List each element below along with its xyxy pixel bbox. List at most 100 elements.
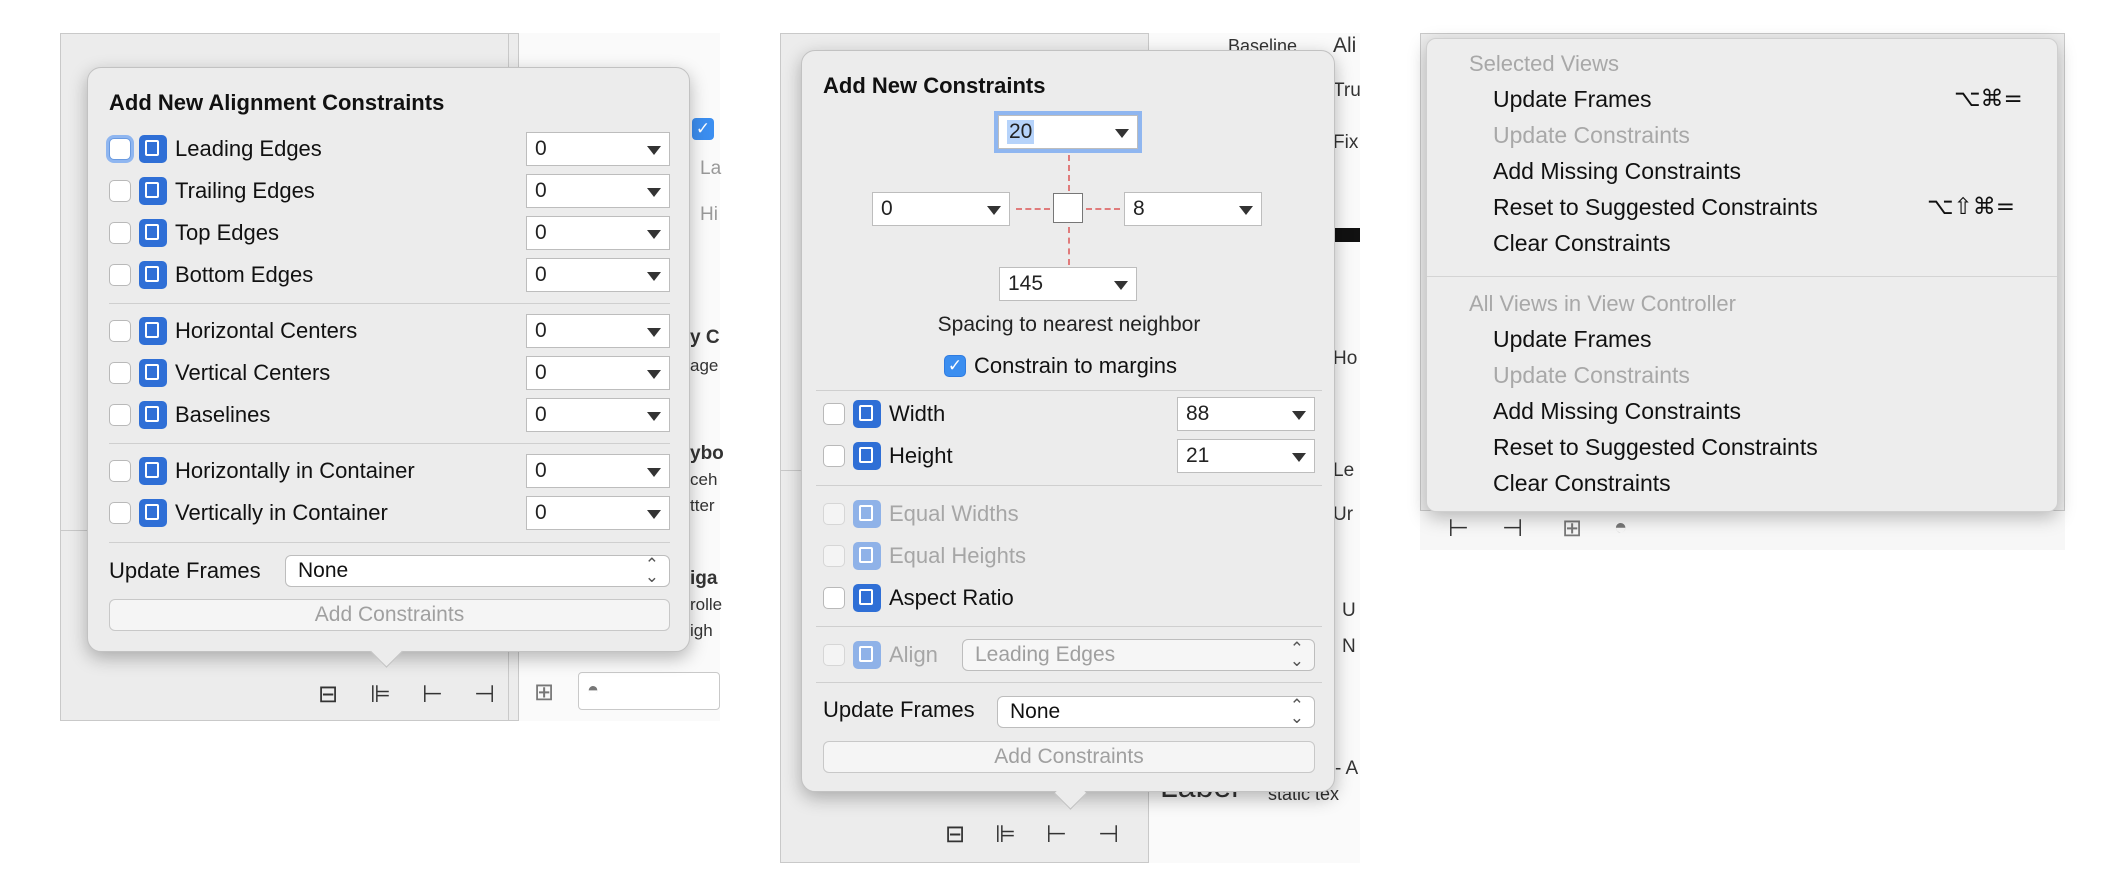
menu-item-reset-to-suggested[interactable]: Reset to Suggested Constraints: [1493, 194, 1818, 221]
resolve-issues-icon[interactable]: ⊣: [1098, 820, 1119, 848]
chevron-down-icon[interactable]: [1292, 453, 1306, 462]
constraint-row: Horizontally in Container: [109, 454, 415, 488]
bottom-spacing-field[interactable]: 145: [999, 267, 1137, 301]
chevron-down-icon[interactable]: [647, 468, 661, 477]
vertically-in-container-value[interactable]: 0: [526, 496, 670, 530]
align-row: Align: [823, 638, 938, 672]
constraint-row: Trailing Edges: [109, 174, 315, 208]
chevron-down-icon[interactable]: [647, 510, 661, 519]
vertical-centers-checkbox[interactable]: [109, 362, 131, 384]
grid-icon[interactable]: ⊞: [534, 678, 554, 706]
menu-item-update-frames[interactable]: Update Frames: [1493, 86, 1652, 113]
filter-field[interactable]: ◓: [578, 672, 720, 710]
bg-text: iga: [690, 568, 718, 589]
pin-icon[interactable]: ⊢: [1046, 820, 1067, 848]
align-popup[interactable]: Leading Edges ⌃ ⌄: [962, 639, 1315, 671]
chevron-down-icon[interactable]: [1115, 129, 1129, 138]
pin-icon[interactable]: ⊢: [1448, 514, 1469, 542]
combo-value: 0: [535, 403, 547, 426]
update-frames-popup[interactable]: None ⌃ ⌄: [285, 555, 670, 587]
align-icon[interactable]: ⊫: [370, 680, 391, 708]
grid-icon[interactable]: ⊞: [1562, 514, 1582, 542]
resolve-issues-icon[interactable]: ⊣: [1502, 514, 1523, 542]
menu-item-reset-to-suggested[interactable]: Reset to Suggested Constraints: [1493, 434, 1818, 461]
height-icon: [853, 442, 881, 470]
menu-item-update-frames[interactable]: Update Frames: [1493, 326, 1652, 353]
aspect-ratio-checkbox[interactable]: [823, 587, 845, 609]
trailing-edges-value[interactable]: 0: [526, 174, 670, 208]
equal-widths-checkbox[interactable]: [823, 503, 845, 525]
menu-item-clear-constraints[interactable]: Clear Constraints: [1493, 470, 1671, 497]
chevron-down-icon[interactable]: [647, 146, 661, 155]
menu-item-clear-constraints[interactable]: Clear Constraints: [1493, 230, 1671, 257]
top-edges-value[interactable]: 0: [526, 216, 670, 250]
menu-item-add-missing-constraints[interactable]: Add Missing Constraints: [1493, 158, 1741, 185]
align-icon: [853, 641, 881, 669]
width-checkbox[interactable]: [823, 403, 845, 425]
combo-value: 0: [535, 319, 547, 342]
chevron-down-icon[interactable]: [987, 206, 1001, 215]
chevron-down-icon[interactable]: [647, 412, 661, 421]
width-field[interactable]: 88: [1177, 397, 1315, 431]
bg-text: tter: [690, 496, 715, 515]
chevron-down-icon[interactable]: [1239, 206, 1253, 215]
leading-edges-checkbox[interactable]: [109, 138, 131, 160]
embed-stack-icon[interactable]: ⊟: [945, 820, 965, 848]
baselines-checkbox[interactable]: [109, 404, 131, 426]
chevron-down-icon[interactable]: [647, 188, 661, 197]
horizontally-in-container-value[interactable]: 0: [526, 454, 670, 488]
bottom-edges-value[interactable]: 0: [526, 258, 670, 292]
menu-section-header: Selected Views: [1469, 51, 1620, 76]
constraint-row: Vertically in Container: [109, 496, 388, 530]
bg-text: Ho: [1333, 348, 1358, 369]
chevron-down-icon[interactable]: [647, 370, 661, 379]
chevron-down-icon[interactable]: [1114, 281, 1128, 290]
filter-icon[interactable]: ◓: [1614, 514, 1627, 540]
left-strut: [1016, 208, 1050, 210]
right-spacing-field[interactable]: 8: [1124, 192, 1262, 226]
top-edges-checkbox[interactable]: [109, 222, 131, 244]
menu-shortcut: ⌥⌘=: [1954, 86, 2023, 112]
bottom-strut: [1068, 227, 1070, 265]
horizontal-centers-value[interactable]: 0: [526, 314, 670, 348]
menu-section-header: All Views in View Controller: [1469, 291, 1736, 316]
embed-stack-icon[interactable]: ⊟: [318, 680, 338, 708]
inspector-checkbox[interactable]: ✓: [692, 118, 714, 140]
menu-separator: [1427, 276, 2057, 277]
chevron-down-icon[interactable]: [1292, 411, 1306, 420]
bg-text: ybo: [690, 443, 724, 464]
chevron-down-icon[interactable]: [647, 272, 661, 281]
bg-text: N: [1342, 636, 1356, 657]
top-strut: [1068, 155, 1070, 191]
left-spacing-field[interactable]: 0: [872, 192, 1010, 226]
pin-icon[interactable]: ⊢: [422, 680, 443, 708]
align-checkbox[interactable]: [823, 644, 845, 666]
separator: [816, 390, 1322, 391]
baselines-value[interactable]: 0: [526, 398, 670, 432]
row-label: Vertically in Container: [175, 500, 388, 525]
trailing-edges-checkbox[interactable]: [109, 180, 131, 202]
resolve-issues-icon[interactable]: ⊣: [474, 680, 495, 708]
height-field[interactable]: 21: [1177, 439, 1315, 473]
horizontal-centers-checkbox[interactable]: [109, 320, 131, 342]
update-frames-popup[interactable]: None ⌃ ⌄: [997, 696, 1315, 728]
top-edges-icon: [139, 219, 167, 247]
bottom-edges-checkbox[interactable]: [109, 264, 131, 286]
bg-text: y C: [690, 327, 720, 348]
menu-item-update-constraints[interactable]: Update Constraints: [1493, 122, 1690, 149]
horizontally-in-container-checkbox[interactable]: [109, 460, 131, 482]
top-spacing-field[interactable]: 20: [994, 111, 1142, 153]
menu-item-add-missing-constraints[interactable]: Add Missing Constraints: [1493, 398, 1741, 425]
menu-item-update-constraints[interactable]: Update Constraints: [1493, 362, 1690, 389]
height-checkbox[interactable]: [823, 445, 845, 467]
equal-heights-checkbox[interactable]: [823, 545, 845, 567]
constrain-to-margins-checkbox[interactable]: ✓: [944, 355, 966, 377]
add-constraints-button[interactable]: Add Constraints: [823, 741, 1315, 773]
vertically-in-container-checkbox[interactable]: [109, 502, 131, 524]
vertical-centers-value[interactable]: 0: [526, 356, 670, 390]
chevron-down-icon[interactable]: [647, 328, 661, 337]
leading-edges-value[interactable]: 0: [526, 132, 670, 166]
add-constraints-button[interactable]: Add Constraints: [109, 599, 670, 631]
chevron-down-icon[interactable]: [647, 230, 661, 239]
align-icon[interactable]: ⊫: [995, 820, 1016, 848]
